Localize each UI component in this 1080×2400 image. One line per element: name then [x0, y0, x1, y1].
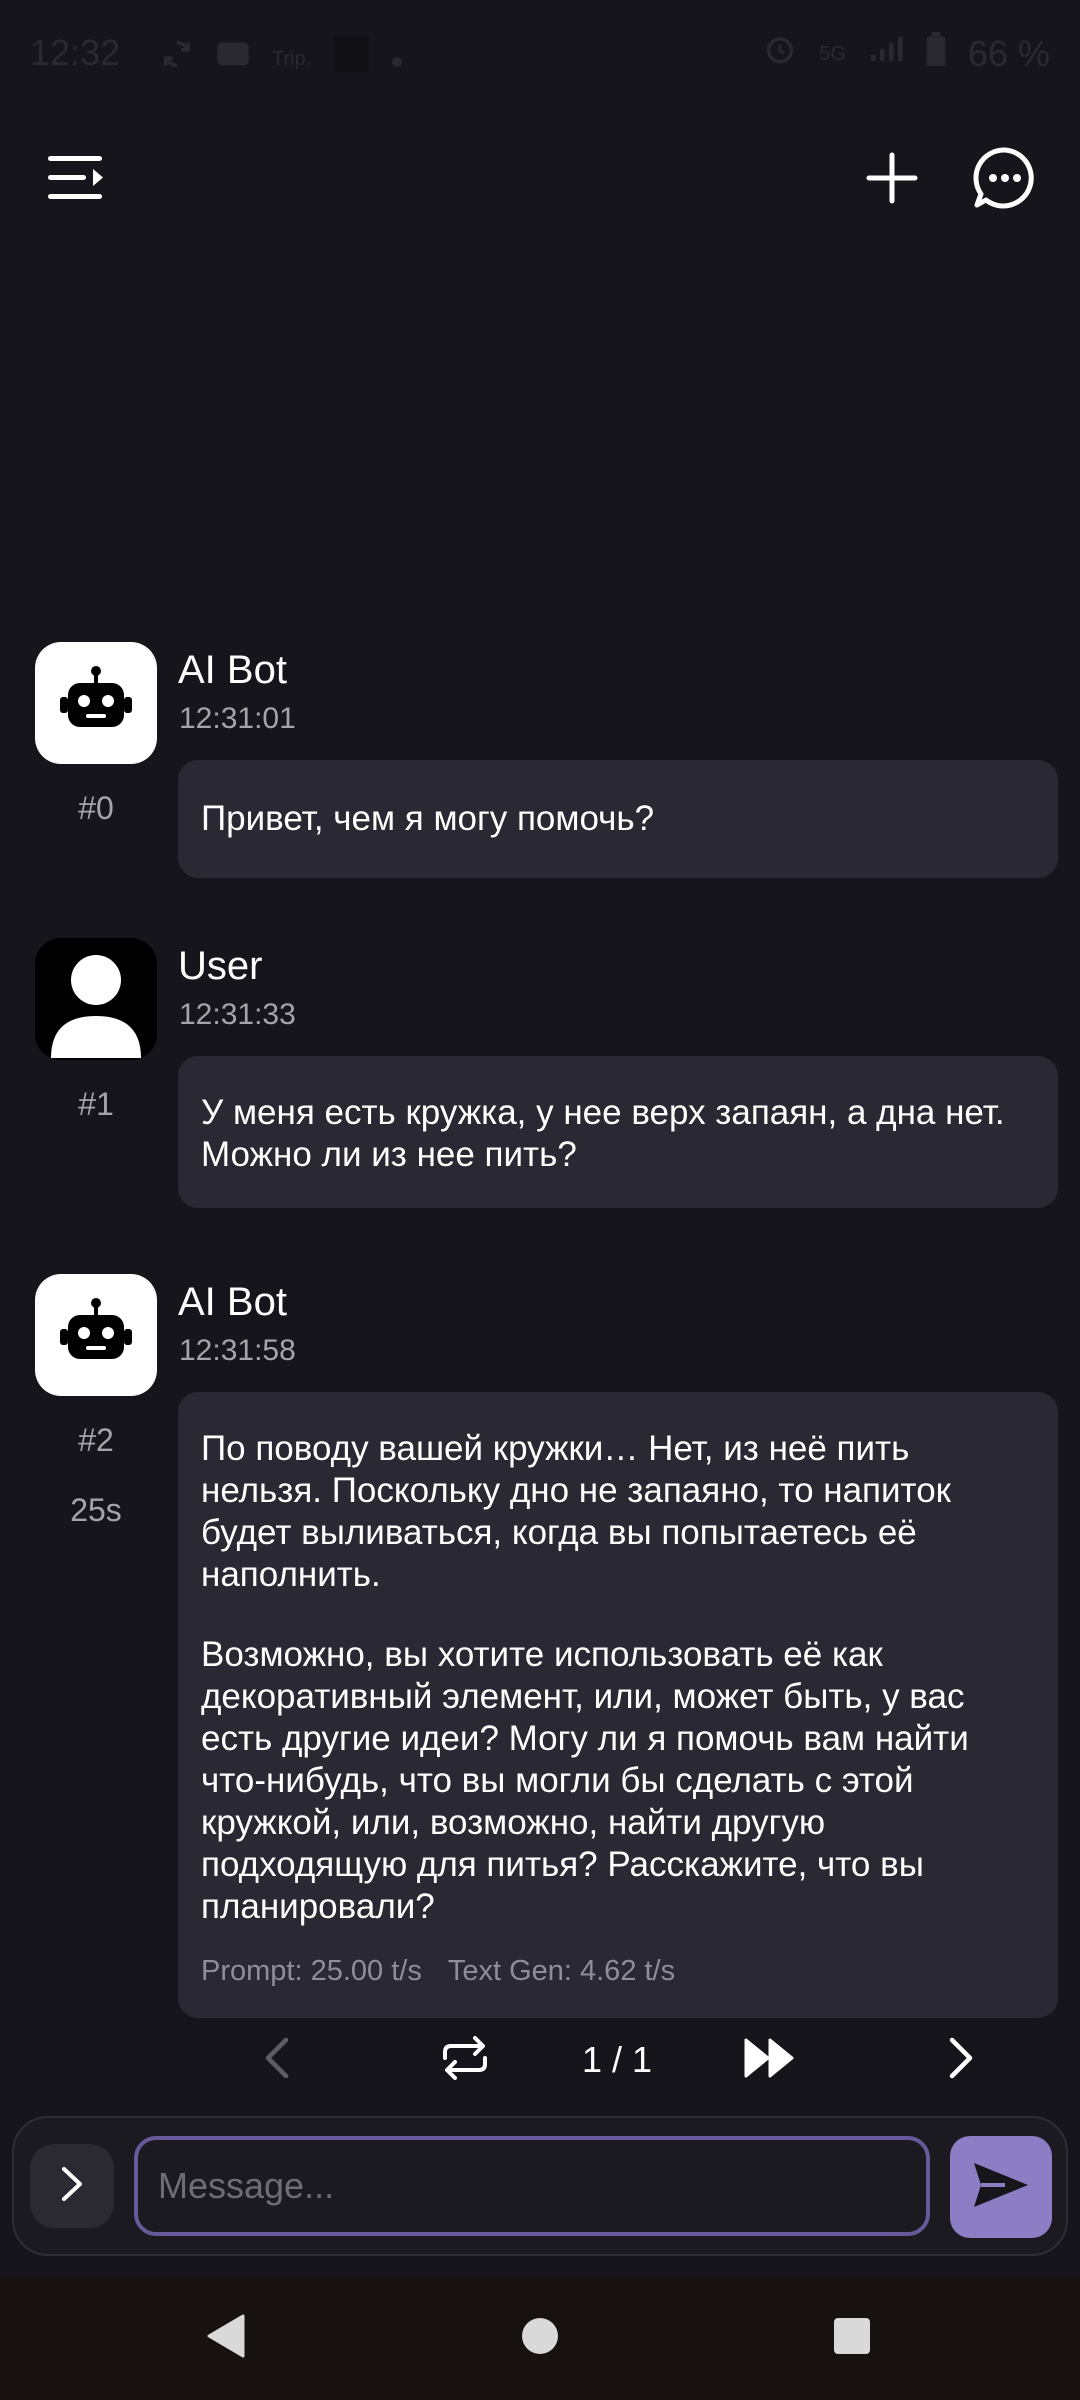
status-notification-icons: Trip.: [160, 36, 403, 81]
robot-icon: [56, 1293, 136, 1378]
back-button[interactable]: [186, 2298, 266, 2378]
message-bubble[interactable]: По поводу вашей кружки… Нет, из неё пить…: [178, 1392, 1058, 2018]
send-icon: [971, 2159, 1031, 2216]
message-time: 12:31:33: [179, 998, 296, 1031]
top-app-bar: [0, 130, 1080, 230]
chevron-right-icon: [946, 2036, 978, 2085]
sender-name: AI Bot: [178, 648, 287, 692]
dot-icon: [391, 41, 403, 77]
back-triangle-icon: [205, 2313, 247, 2364]
carrier-label: Trip.: [272, 47, 312, 70]
chevron-left-icon: [260, 2036, 292, 2085]
system-navigation-bar: [0, 2276, 1080, 2400]
new-chat-button[interactable]: [842, 130, 942, 230]
previous-response-button[interactable]: [236, 2020, 316, 2100]
message-item: AI Bot 12:31:01 #0 Привет, чем я могу по…: [0, 642, 1080, 882]
menu-button[interactable]: [26, 130, 126, 230]
card-icon: [216, 39, 250, 78]
repeat-icon: [439, 2034, 491, 2087]
user-icon: [35, 938, 157, 1060]
message-index: #0: [78, 790, 114, 826]
chevron-right-icon: [59, 2164, 85, 2209]
chats-button[interactable]: [955, 130, 1055, 230]
avatar: [35, 938, 157, 1060]
battery-level: 66 %: [967, 32, 1050, 74]
robot-icon: [56, 661, 136, 746]
status-system-icons: 5G 66 %: [763, 32, 1050, 75]
response-page-indicator: 1 / 1: [581, 2039, 653, 2080]
text-gen-speed: Text Gen: 4.62 t/s: [447, 1955, 676, 1987]
generation-metrics: Prompt: 25.00 t/s Text Gen: 4.62 t/s: [201, 1950, 1035, 1992]
continue-generation-button[interactable]: [730, 2020, 810, 2100]
message-index: #1: [78, 1086, 114, 1122]
fast-forward-icon: [742, 2036, 798, 2085]
message-time: 12:31:58: [179, 1334, 296, 1367]
recents-square-icon: [832, 2316, 872, 2361]
message-time: 12:31:01: [179, 702, 296, 735]
home-button[interactable]: [500, 2298, 580, 2378]
status-bar: 12:32 Trip. 5G 66 %: [0, 0, 1080, 110]
send-button[interactable]: [950, 2136, 1052, 2238]
plus-icon: [866, 152, 918, 209]
regenerate-button[interactable]: [425, 2020, 505, 2100]
battery-icon: [926, 32, 946, 75]
menu-icon: [46, 152, 106, 209]
message-index: #2: [78, 1422, 114, 1458]
message-text: По поводу вашей кружки… Нет, из неё пить…: [201, 1429, 951, 1594]
message-item: User 12:31:33 #1 У меня есть кружка, у н…: [0, 938, 1080, 1218]
home-circle-icon: [520, 2316, 560, 2361]
status-time: 12:32: [30, 32, 121, 73]
message-composer: [12, 2116, 1068, 2256]
message-bubble[interactable]: Привет, чем я могу помочь?: [178, 760, 1058, 878]
sync-icon: [160, 37, 194, 80]
sender-name: AI Bot: [178, 1280, 287, 1324]
message-text: Привет, чем я могу помочь?: [201, 799, 655, 838]
chat-screen: 12:32 Trip. 5G 66 % AI Bot 12:31:01 #0 П…: [0, 0, 1080, 2400]
prompt-speed: Prompt: 25.00 t/s: [201, 1955, 422, 1987]
sender-name: User: [178, 944, 263, 988]
message-text: У меня есть кружка, у нее верх запаян, а…: [201, 1093, 1005, 1174]
message-item: AI Bot 12:31:58 #2 25s По поводу вашей к…: [0, 1274, 1080, 2018]
message-bubble[interactable]: У меня есть кружка, у нее верх запаян, а…: [178, 1056, 1058, 1208]
expand-options-button[interactable]: [30, 2144, 114, 2228]
app-icon: [333, 36, 370, 81]
next-response-button[interactable]: [922, 2020, 1002, 2100]
generation-time: 25s: [70, 1492, 122, 1528]
message-text: Возможно, вы хотите использовать её как …: [201, 1635, 969, 1926]
recents-button[interactable]: [812, 2298, 892, 2378]
alarm-icon: [763, 32, 797, 75]
avatar: [35, 642, 157, 764]
signal-icon: [868, 34, 904, 73]
chat-bubble-icon: [972, 145, 1038, 216]
avatar: [35, 1274, 157, 1396]
network-label: 5G: [819, 42, 846, 65]
response-navigation: 1 / 1: [0, 2020, 1080, 2100]
message-input[interactable]: [134, 2136, 930, 2236]
